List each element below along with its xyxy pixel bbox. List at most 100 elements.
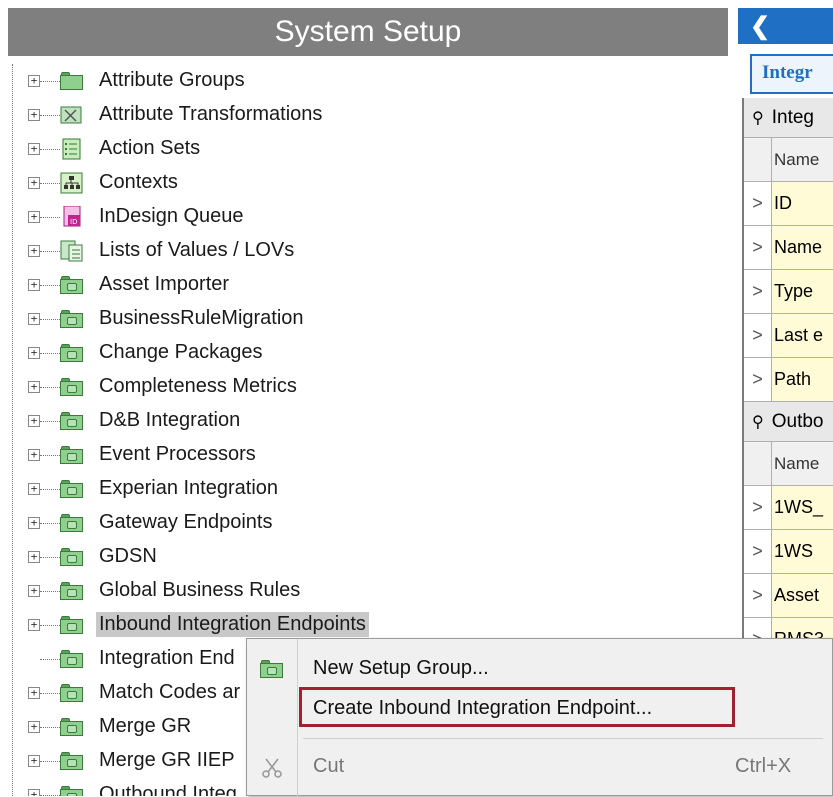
section-outbound[interactable]: ⚲ Outbo: [744, 402, 833, 442]
expand-icon[interactable]: +: [28, 449, 40, 461]
setup-group-folder-icon: [60, 648, 84, 670]
tree-item[interactable]: + GDSN: [22, 540, 722, 574]
table-row[interactable]: >1WS: [744, 530, 833, 574]
expand-icon[interactable]: +: [28, 789, 40, 796]
row-expand-icon[interactable]: >: [744, 486, 772, 529]
setup-group-folder-icon: [260, 658, 284, 678]
column-header: Name: [772, 442, 833, 485]
expand-icon[interactable]: +: [28, 245, 40, 257]
tree-connector: [40, 387, 60, 388]
menu-separator: [303, 738, 823, 739]
tree-item-label: D&B Integration: [99, 409, 241, 431]
tree-connector: [40, 659, 60, 660]
tree-connector: [40, 693, 60, 694]
table-header: Name: [744, 442, 833, 486]
row-expand-icon[interactable]: >: [744, 314, 772, 357]
tree-item[interactable]: + Asset Importer: [22, 268, 722, 302]
pin-icon[interactable]: ⚲: [752, 412, 764, 432]
row-expand-icon[interactable]: >: [744, 530, 772, 573]
action-set-icon: [60, 138, 84, 160]
tree-connector: [40, 353, 60, 354]
expand-icon[interactable]: +: [28, 721, 40, 733]
tree-item[interactable]: + D&B Integration: [22, 404, 722, 438]
table-row[interactable]: > ID: [744, 182, 833, 226]
expand-icon[interactable]: +: [28, 415, 40, 427]
tree-item[interactable]: + Change Packages: [22, 336, 722, 370]
tree-connector: [40, 727, 60, 728]
setup-group-folder-icon: [60, 478, 84, 500]
column-header: Name: [772, 138, 833, 181]
row-expand-icon[interactable]: >: [744, 574, 772, 617]
tree-item[interactable]: + Inbound Integration Endpoints: [22, 608, 722, 642]
tree-guide-line: [12, 64, 13, 796]
row-expand-icon[interactable]: >: [744, 270, 772, 313]
row-expand-icon[interactable]: >: [744, 358, 772, 401]
expand-icon[interactable]: +: [28, 687, 40, 699]
table-row[interactable]: > Path: [744, 358, 833, 402]
tree-item-label: Contexts: [99, 171, 178, 193]
setup-group-folder-icon: [60, 546, 84, 568]
expand-icon[interactable]: +: [28, 585, 40, 597]
section-title: Outbo: [771, 410, 824, 432]
tree-item-label: Asset Importer: [99, 273, 230, 295]
menu-item-cut[interactable]: Cut Ctrl+X: [247, 747, 833, 787]
tree-item-label: Match Codes ar: [99, 681, 241, 703]
tree-item[interactable]: + ID InDesign Queue: [22, 200, 722, 234]
table-row[interactable]: > Name: [744, 226, 833, 270]
tree-item[interactable]: + Attribute Groups: [22, 64, 722, 98]
table-row[interactable]: > Asset: [744, 574, 833, 618]
expand-icon[interactable]: +: [28, 517, 40, 529]
expand-icon[interactable]: +: [28, 75, 40, 87]
expand-icon[interactable]: +: [28, 109, 40, 121]
expand-icon[interactable]: +: [28, 551, 40, 563]
expand-icon[interactable]: +: [28, 347, 40, 359]
tree-item-label: Event Processors: [99, 443, 256, 465]
context-hierarchy-icon: [60, 172, 84, 194]
tab-integration[interactable]: Integr: [750, 54, 833, 94]
tree-item[interactable]: + Completeness Metrics: [22, 370, 722, 404]
row-expand-icon[interactable]: >: [744, 182, 772, 225]
table-row[interactable]: > Type: [744, 270, 833, 314]
tree-connector: [40, 557, 60, 558]
table-row[interactable]: > Last e: [744, 314, 833, 358]
expand-icon[interactable]: +: [28, 755, 40, 767]
setup-group-folder-icon: [60, 784, 84, 796]
expand-icon[interactable]: +: [28, 211, 40, 223]
tree-item[interactable]: + Global Business Rules: [22, 574, 722, 608]
tree-item[interactable]: + Lists of Values / LOVs: [22, 234, 722, 268]
tree-item[interactable]: + Event Processors: [22, 438, 722, 472]
expand-icon[interactable]: +: [28, 313, 40, 325]
expand-icon[interactable]: +: [28, 177, 40, 189]
tree-item-label: Global Business Rules: [99, 579, 301, 601]
expand-icon[interactable]: +: [28, 619, 40, 631]
menu-item-create-inbound-endpoint[interactable]: Create Inbound Integration Endpoint...: [247, 689, 833, 729]
tree-connector: [40, 149, 60, 150]
setup-group-folder-icon: [60, 410, 84, 432]
tree-item[interactable]: + Contexts: [22, 166, 722, 200]
list-of-values-icon: [60, 240, 84, 262]
tree-item[interactable]: + Action Sets: [22, 132, 722, 166]
section-integration[interactable]: ⚲ Integ: [744, 98, 833, 138]
tree-item[interactable]: + Gateway Endpoints: [22, 506, 722, 540]
pin-icon[interactable]: ⚲: [752, 108, 764, 128]
table-row[interactable]: >1WS_: [744, 486, 833, 530]
indesign-queue-icon: ID: [60, 205, 84, 228]
tree-item[interactable]: + BusinessRuleMigration: [22, 302, 722, 336]
expand-icon[interactable]: +: [28, 483, 40, 495]
tree-item-label: Change Packages: [99, 341, 263, 363]
tree-item[interactable]: + Attribute Transformations: [22, 98, 722, 132]
expand-icon[interactable]: +: [28, 279, 40, 291]
tree-connector: [40, 591, 60, 592]
menu-item-new-setup-group[interactable]: New Setup Group...: [247, 649, 833, 689]
setup-group-folder-icon: [60, 580, 84, 602]
tree-item[interactable]: + Experian Integration: [22, 472, 722, 506]
expand-icon[interactable]: +: [28, 143, 40, 155]
setup-group-folder-icon: [60, 614, 84, 636]
tree-connector: [40, 761, 60, 762]
row-value: ID: [772, 182, 833, 225]
chevron-left-icon[interactable]: ❮: [750, 12, 770, 41]
setup-group-folder-icon: [60, 376, 84, 398]
tree-item-label: Completeness Metrics: [99, 375, 297, 397]
row-expand-icon[interactable]: >: [744, 226, 772, 269]
expand-icon[interactable]: +: [28, 381, 40, 393]
